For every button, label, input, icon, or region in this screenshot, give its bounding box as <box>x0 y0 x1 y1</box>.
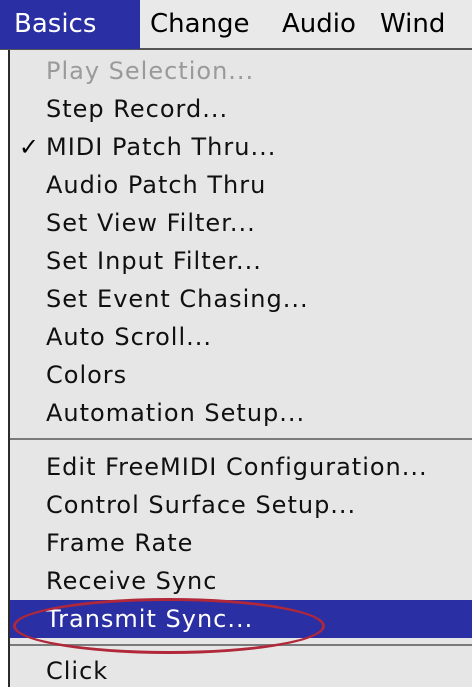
menu-change[interactable]: Change <box>140 0 272 49</box>
menu-item-step-record[interactable]: Step Record... <box>10 90 472 128</box>
menu-item-label: Auto Scroll... <box>46 323 213 351</box>
menu-item-label: Automation Setup... <box>46 399 306 427</box>
menu-item-edit-freemidi-configuration[interactable]: Edit FreeMIDI Configuration... <box>10 448 472 486</box>
menu-item-label: Play Selection... <box>46 57 255 85</box>
menu-item-label: Edit FreeMIDI Configuration... <box>46 453 428 481</box>
menu-item-midi-patch-thru[interactable]: ✓ MIDI Patch Thru... <box>10 128 472 166</box>
menu-item-set-view-filter[interactable]: Set View Filter... <box>10 204 472 242</box>
menu-separator <box>10 644 472 646</box>
menu-item-frame-rate[interactable]: Frame Rate <box>10 524 472 562</box>
menu-separator <box>10 438 472 440</box>
menu-bar: Basics Change Audio Wind <box>0 0 472 50</box>
basics-dropdown-menu: Play Selection... Step Record... ✓ MIDI … <box>8 50 472 687</box>
menu-item-label: Frame Rate <box>46 529 194 557</box>
menu-item-label: Step Record... <box>46 95 229 123</box>
menu-item-label: Colors <box>46 361 128 389</box>
menu-item-receive-sync[interactable]: Receive Sync <box>10 562 472 600</box>
menu-item-colors[interactable]: Colors <box>10 356 472 394</box>
menu-item-play-selection: Play Selection... <box>10 52 472 90</box>
menu-item-label: Set View Filter... <box>46 209 256 237</box>
menu-item-set-event-chasing[interactable]: Set Event Chasing... <box>10 280 472 318</box>
menu-item-label: Click <box>46 657 109 685</box>
menu-item-label: Audio Patch Thru <box>46 171 267 199</box>
menu-item-label: Control Surface Setup... <box>46 491 357 519</box>
menu-item-automation-setup[interactable]: Automation Setup... <box>10 394 472 432</box>
menu-item-transmit-sync[interactable]: Transmit Sync... <box>10 600 472 638</box>
menu-item-audio-patch-thru[interactable]: Audio Patch Thru <box>10 166 472 204</box>
menu-item-auto-scroll[interactable]: Auto Scroll... <box>10 318 472 356</box>
menu-item-control-surface-setup[interactable]: Control Surface Setup... <box>10 486 472 524</box>
menu-item-label: Set Input Filter... <box>46 247 262 275</box>
menu-item-click[interactable]: Click <box>10 652 472 690</box>
menu-item-label: Transmit Sync... <box>46 605 254 633</box>
menu-audio[interactable]: Audio <box>272 0 370 49</box>
menu-windows[interactable]: Wind <box>370 0 455 49</box>
menu-item-label: MIDI Patch Thru... <box>46 133 277 161</box>
menu-item-label: Receive Sync <box>46 567 218 595</box>
menu-item-label: Set Event Chasing... <box>46 285 309 313</box>
menu-item-set-input-filter[interactable]: Set Input Filter... <box>10 242 472 280</box>
menu-basics[interactable]: Basics <box>0 0 140 49</box>
checkmark-icon: ✓ <box>18 133 40 161</box>
